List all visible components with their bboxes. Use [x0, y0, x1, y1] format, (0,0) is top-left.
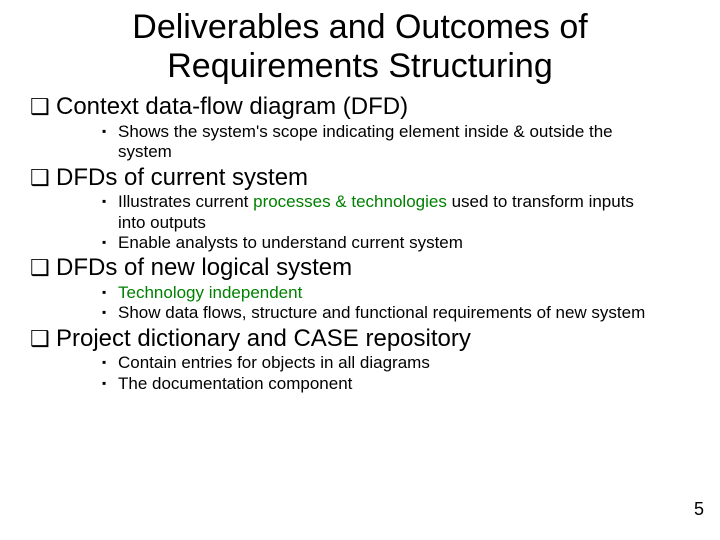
square-filled-icon: ▪ — [102, 303, 118, 322]
sub-bullet-text: Show data flows, structure and functiona… — [118, 303, 650, 323]
slide-content: ❑ Context data-flow diagram (DFD) ▪ Show… — [0, 93, 720, 394]
sub-bullet-text: Technology independent — [118, 283, 650, 303]
square-bullet-icon: ❑ — [30, 93, 56, 121]
page-number: 5 — [694, 499, 704, 520]
slide-title: Deliverables and Outcomes of Requirement… — [0, 0, 720, 92]
bullet-current-system: ❑ DFDs of current system — [30, 164, 690, 192]
square-bullet-icon: ❑ — [30, 325, 56, 353]
sub-text-green: processes & technologies — [253, 192, 447, 211]
square-filled-icon: ▪ — [102, 233, 118, 252]
sub-bullet-text: Enable analysts to understand current sy… — [118, 233, 650, 253]
sub-bullet-text: The documentation component — [118, 374, 650, 394]
sub-text-pre: Illustrates current — [118, 192, 253, 211]
bullet-new-logical: ❑ DFDs of new logical system — [30, 254, 690, 282]
slide: Deliverables and Outcomes of Requirement… — [0, 0, 720, 540]
bullet-label: DFDs of current system — [56, 164, 690, 192]
bullet-label: DFDs of new logical system — [56, 254, 690, 282]
square-filled-icon: ▪ — [102, 192, 118, 211]
title-line-2: Requirements Structuring — [167, 47, 553, 85]
bullet-context-dfd: ❑ Context data-flow diagram (DFD) — [30, 93, 690, 121]
sub-bullet: ▪ Shows the system's scope indicating el… — [102, 122, 690, 163]
square-filled-icon: ▪ — [102, 122, 118, 141]
bullet-project-dictionary: ❑ Project dictionary and CASE repository — [30, 325, 690, 353]
sub-bullet-text: Illustrates current processes & technolo… — [118, 192, 650, 233]
sub-bullet-text: Contain entries for objects in all diagr… — [118, 353, 650, 373]
square-filled-icon: ▪ — [102, 353, 118, 372]
square-filled-icon: ▪ — [102, 374, 118, 393]
title-line-1: Deliverables and Outcomes of — [132, 8, 587, 46]
square-filled-icon: ▪ — [102, 283, 118, 302]
bullet-label: Context data-flow diagram (DFD) — [56, 93, 690, 121]
square-bullet-icon: ❑ — [30, 254, 56, 282]
sub-bullet: ▪ Enable analysts to understand current … — [102, 233, 690, 253]
sub-bullet: ▪ Illustrates current processes & techno… — [102, 192, 690, 233]
sub-bullet: ▪ Show data flows, structure and functio… — [102, 303, 690, 323]
square-bullet-icon: ❑ — [30, 164, 56, 192]
bullet-label: Project dictionary and CASE repository — [56, 325, 690, 353]
sub-bullet: ▪ Technology independent — [102, 283, 690, 303]
sub-bullet: ▪ Contain entries for objects in all dia… — [102, 353, 690, 373]
sub-bullet-text: Shows the system's scope indicating elem… — [118, 122, 650, 163]
sub-bullet: ▪ The documentation component — [102, 374, 690, 394]
